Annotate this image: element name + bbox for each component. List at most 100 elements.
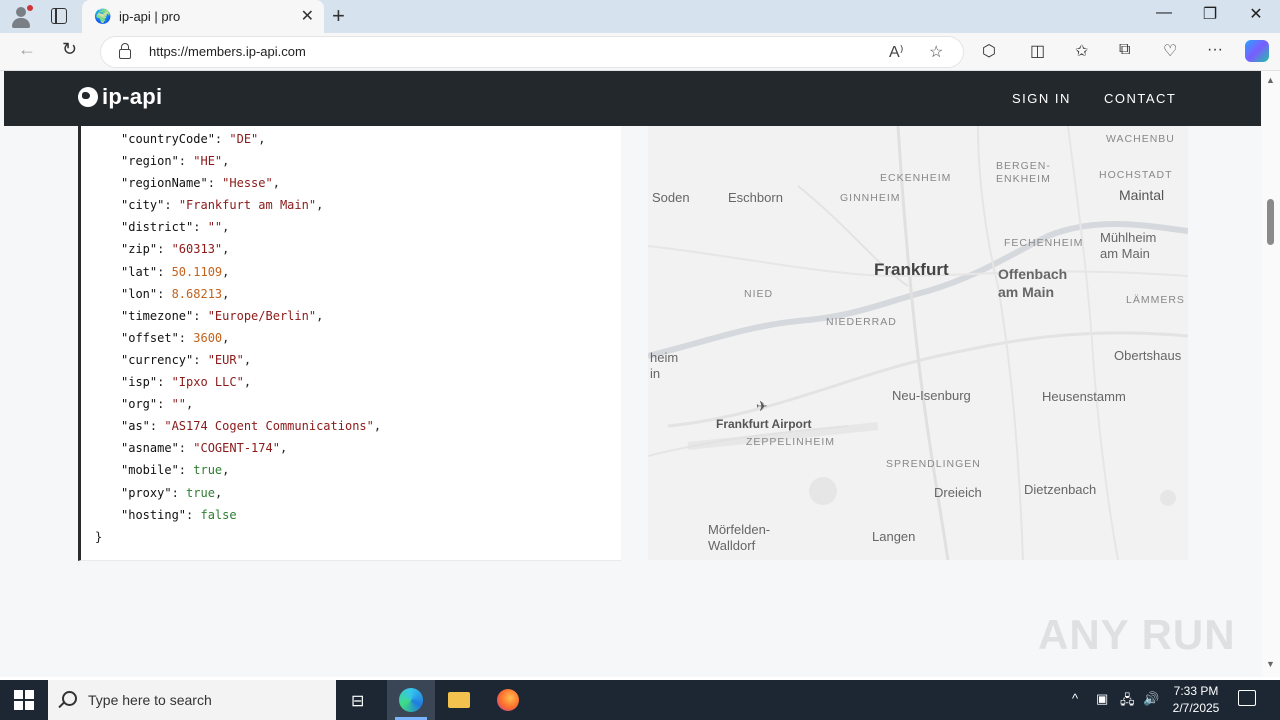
anyrun-watermark: ANY RUN — [1038, 611, 1236, 658]
json-value: "Ipxo LLC" — [171, 375, 244, 390]
map-label-heusenstamm: Heusenstamm — [1042, 389, 1126, 404]
json-value: true — [186, 485, 215, 500]
json-value: "60313" — [171, 242, 223, 257]
extensions-icon[interactable]: ⬡ — [982, 41, 996, 61]
site-logo[interactable]: ip-api — [78, 84, 162, 110]
firefox-icon[interactable] — [484, 680, 532, 720]
json-line: "timezone": "Europe/Berlin", — [121, 308, 324, 323]
map-label-frankfurt: Frankfurt — [874, 260, 949, 279]
more-menu-icon[interactable]: ··· — [1207, 41, 1223, 59]
split-screen-icon[interactable]: ◫ — [1030, 41, 1045, 61]
windows-taskbar: Type here to search ⊟ ^ ▣ 🖧 🔊 7:33 PM 2/… — [0, 680, 1280, 720]
read-aloud-icon[interactable]: A⁾ — [889, 42, 904, 62]
json-key: "timezone" — [121, 308, 194, 323]
airport-plane-icon: ✈ — [756, 398, 768, 414]
browser-toolbar: ← ↻ https://members.ip-api.com A⁾ ☆ ⬡ ◫ … — [0, 33, 1280, 71]
json-lines: "countryCode": "DE", "region": "HE", "regi… — [95, 128, 381, 548]
json-line: "mobile": true, — [121, 463, 230, 478]
map-label-hochstadt: HOCHSTADT — [1099, 169, 1173, 181]
profile-avatar-icon[interactable] — [8, 4, 34, 30]
taskbar-search-box[interactable]: Type here to search — [48, 680, 336, 720]
new-tab-icon[interactable]: + — [332, 3, 345, 29]
scroll-up-arrow-icon[interactable]: ▲ — [1266, 75, 1275, 85]
reload-icon[interactable]: ↻ — [62, 39, 77, 60]
tab-close-icon[interactable]: ✕ — [301, 6, 314, 26]
restore-icon[interactable]: ❐ — [1187, 4, 1233, 24]
json-value: "Frankfurt am Main" — [178, 198, 317, 213]
scroll-down-arrow-icon[interactable]: ▼ — [1266, 659, 1275, 669]
scrollbar-thumb[interactable] — [1267, 199, 1274, 245]
volume-icon[interactable]: 🔊 — [1143, 691, 1159, 707]
json-value: true — [193, 463, 223, 478]
json-line: "regionName": "Hesse", — [121, 176, 280, 191]
site-navbar: ip-api SIGN IN CONTACT — [4, 71, 1261, 126]
web-page: ip-api SIGN IN CONTACT "countryCode": "D… — [0, 71, 1262, 677]
json-key: "regionName" — [121, 176, 208, 191]
map-label-wachenbuchen: WACHENBU — [1106, 133, 1175, 145]
sign-in-link[interactable]: SIGN IN — [1012, 91, 1071, 106]
json-key: "mobile" — [121, 463, 179, 478]
back-arrow-icon[interactable]: ← — [18, 39, 36, 60]
json-value: "DE" — [229, 132, 259, 146]
edge-taskbar-icon[interactable] — [387, 680, 435, 720]
notifications-icon[interactable] — [1238, 690, 1256, 706]
json-line: "zip": "60313", — [121, 242, 230, 257]
json-key: "offset" — [121, 330, 179, 345]
window-close-icon[interactable]: ✕ — [1233, 4, 1279, 24]
browser-tab[interactable]: 🌍 ip-api | pro ✕ — [82, 0, 324, 33]
json-key: "lon" — [121, 286, 158, 301]
json-line: "org": "", — [121, 397, 194, 412]
tray-device-icon[interactable]: ▣ — [1096, 691, 1108, 707]
map-label-maintal: Maintal — [1119, 187, 1165, 203]
page-scrollbar[interactable]: ▲ ▼ — [1262, 71, 1280, 677]
json-key: "region" — [121, 154, 179, 169]
file-explorer-icon[interactable] — [435, 680, 483, 720]
map-label-dreieich: Dreieich — [934, 485, 982, 500]
address-bar[interactable]: https://members.ip-api.com A⁾ ☆ — [100, 36, 964, 68]
map-label-eckenheim: ECKENHEIM — [880, 172, 952, 184]
clock-time: 7:33 PM — [1173, 684, 1219, 698]
map-label-zeppelinheim: ZEPPELINHEIM — [746, 436, 836, 448]
map-label-bergen-enkheim: BERGEN- ENKHEIM — [996, 160, 1051, 185]
url-text[interactable]: https://members.ip-api.com — [149, 44, 306, 59]
json-line: "as": "AS174 Cogent Communications", — [121, 419, 382, 434]
json-line: "asname": "COGENT-174", — [121, 441, 288, 456]
favorite-star-icon[interactable]: ☆ — [929, 42, 943, 62]
taskbar-clock[interactable]: 7:33 PM 2/7/2025 — [1168, 683, 1224, 717]
minimize-icon[interactable]: — — [1141, 4, 1187, 22]
json-value: "" — [207, 220, 223, 235]
map-label-neu-isenburg: Neu-Isenburg — [892, 388, 971, 403]
json-value: 8.68213 — [171, 286, 223, 301]
browser-essentials-icon[interactable]: ♡ — [1163, 41, 1177, 61]
json-value: "AS174 Cogent Communications" — [164, 419, 374, 434]
map-label-frankfurt-airport: Frankfurt Airport — [716, 417, 812, 431]
clock-date: 2/7/2025 — [1172, 701, 1220, 715]
tray-overflow-icon[interactable]: ^ — [1072, 691, 1078, 706]
location-map[interactable]: Frankfurt Offenbach am Main Soden Eschbo… — [648, 126, 1188, 560]
task-view-icon[interactable]: ⊟ — [336, 680, 384, 720]
map-label-ginnheim: GINNHEIM — [840, 192, 901, 204]
json-key: "lat" — [121, 264, 158, 279]
json-value: "" — [171, 397, 187, 412]
lock-icon[interactable] — [119, 43, 131, 59]
favorites-icon[interactable]: ✩ — [1075, 41, 1088, 61]
tab-actions-icon[interactable] — [51, 8, 67, 24]
copilot-icon[interactable] — [1245, 40, 1269, 62]
json-key: "proxy" — [121, 485, 172, 500]
network-icon[interactable]: 🖧 — [1120, 691, 1135, 713]
search-placeholder: Type here to search — [88, 692, 212, 708]
globe-logo-icon — [78, 87, 98, 107]
json-value: false — [200, 507, 237, 522]
tab-title: ip-api | pro — [119, 9, 181, 24]
collections-icon[interactable]: ⧉ — [1119, 41, 1130, 59]
json-key: "isp" — [121, 375, 158, 390]
search-icon — [62, 691, 77, 706]
map-label-sprendlingen: SPRENDLINGEN — [886, 458, 981, 470]
contact-link[interactable]: CONTACT — [1104, 91, 1176, 106]
json-value: "HE" — [193, 154, 223, 169]
json-line: "district": "", — [121, 220, 230, 235]
windows-start-icon[interactable] — [14, 690, 34, 710]
json-key: "countryCode" — [121, 132, 215, 146]
map-label-muehlheim: Mühlheim am Main — [1100, 230, 1157, 261]
json-value: "Europe/Berlin" — [207, 308, 317, 323]
